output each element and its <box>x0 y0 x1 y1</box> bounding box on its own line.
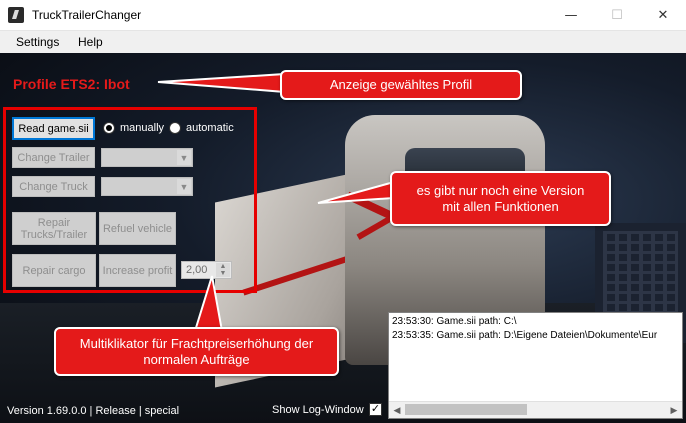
multiplier-callout: Multiklikator für Frachtpreiserhöhung de… <box>54 327 339 376</box>
profile-callout-pointer <box>157 72 286 94</box>
log-line: 23:53:35: Game.sii path: D:\Eigene Datei… <box>392 330 658 341</box>
show-log-checkbox[interactable]: ✓ <box>369 403 382 416</box>
version-callout-pointer <box>317 180 395 204</box>
version-callout: es gibt nur noch eine Version mit allen … <box>390 171 611 226</box>
horizontal-scrollbar[interactable]: ◀ ▶ <box>389 401 682 418</box>
log-window[interactable]: 23:53:30: Game.sii path: C:\ 23:53:35: G… <box>388 312 683 419</box>
log-line: 23:53:30: Game.sii path: C:\ <box>392 316 517 327</box>
version-label: Version 1.69.0.0 | Release | special <box>7 405 180 417</box>
show-log-label: Show Log-Window <box>272 404 364 416</box>
profile-callout: Anzeige gewähltes Profil <box>280 70 522 100</box>
scrollbar-thumb[interactable] <box>405 404 527 415</box>
scroll-left-icon[interactable]: ◀ <box>390 403 404 417</box>
scroll-right-icon[interactable]: ▶ <box>667 403 681 417</box>
multiplier-callout-pointer <box>193 275 224 332</box>
